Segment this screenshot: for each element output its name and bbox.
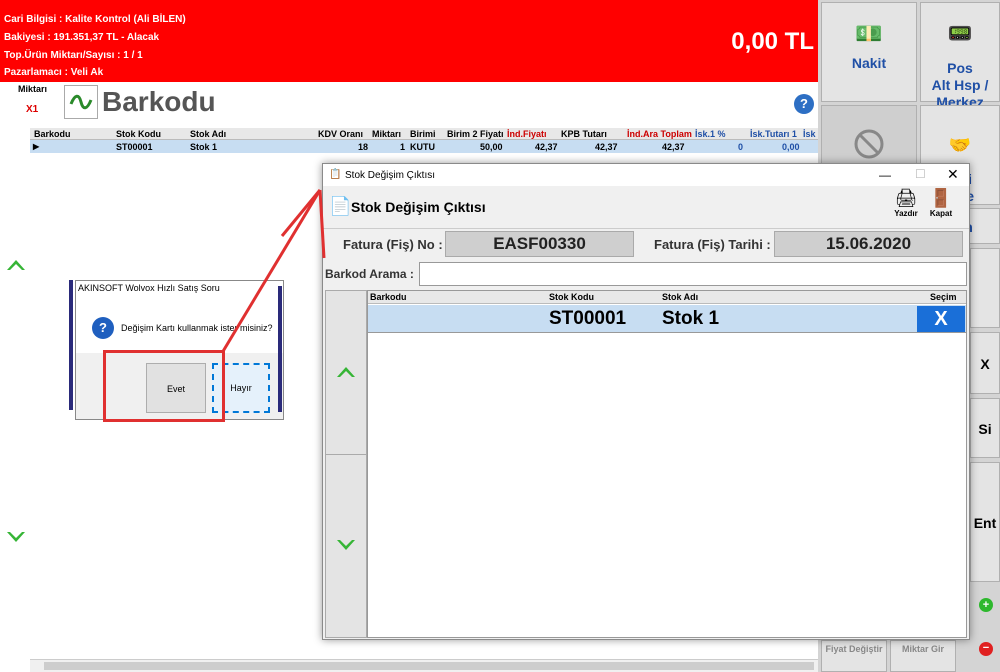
- annotation-arrow: [220, 189, 326, 354]
